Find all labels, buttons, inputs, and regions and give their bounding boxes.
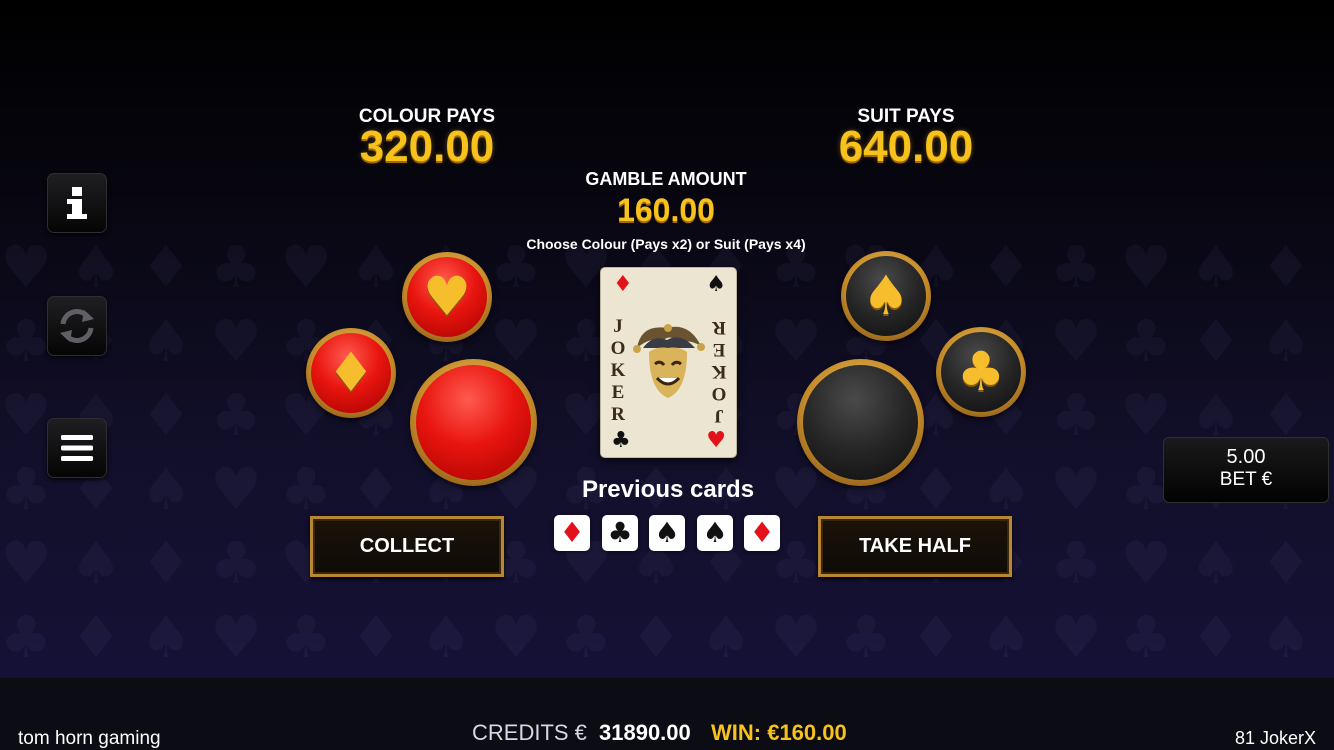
- club-corner-icon: ♣: [611, 428, 631, 453]
- credits-label: CREDITS €: [472, 720, 587, 745]
- info-icon: [67, 187, 87, 219]
- diamond-icon: ♦: [559, 516, 585, 549]
- game-name: 81 JokerX: [1234, 728, 1316, 748]
- previous-cards-title: Previous cards: [581, 476, 755, 503]
- club-suit-button[interactable]: ♣: [936, 327, 1026, 417]
- diamond-icon: ♦: [326, 341, 376, 404]
- spade-corner-icon: ♠: [706, 272, 726, 297]
- diamond-icon: ♦: [749, 516, 775, 549]
- club-icon: ♣: [956, 340, 1006, 403]
- spade-icon: ♠: [861, 264, 911, 327]
- menu-button[interactable]: [47, 418, 107, 478]
- refresh-icon: [60, 309, 94, 343]
- spade-suit-button[interactable]: ♠: [841, 251, 931, 341]
- previous-card-spade: ♠: [697, 515, 733, 551]
- jester-face-icon: [633, 324, 705, 398]
- previous-card-spade: ♠: [649, 515, 685, 551]
- bet-selector[interactable]: 5.00 BET €: [1163, 437, 1329, 503]
- hamburger-menu-icon: [61, 435, 93, 461]
- diamond-suit-button[interactable]: ♦: [306, 328, 396, 418]
- footer-bar: tom horn gaming CREDITS € 31890.00 WIN: …: [0, 678, 1334, 750]
- diamond-corner-icon: ♦: [613, 272, 633, 297]
- joker-card: ♦ ♠ ♣ ♥ JOKER JOKER: [600, 267, 737, 458]
- heart-icon: ♥: [422, 265, 472, 328]
- bet-value: 5.00: [1226, 446, 1266, 468]
- previous-card-diamond: ♦: [554, 515, 590, 551]
- colour-pays-value: 320.00: [359, 122, 495, 171]
- spade-icon: ♠: [654, 516, 680, 549]
- previous-card-diamond: ♦: [744, 515, 780, 551]
- gamble-amount-label: GAMBLE AMOUNT: [585, 169, 747, 189]
- black-colour-button[interactable]: [797, 359, 924, 486]
- red-colour-button[interactable]: [410, 359, 537, 486]
- credits-value: 31890.00: [599, 720, 691, 745]
- brand-logo: tom horn gaming: [18, 728, 161, 749]
- club-icon: ♣: [607, 516, 633, 549]
- joker-text-right: JOKER: [711, 317, 727, 426]
- suit-pays-value: 640.00: [838, 122, 974, 171]
- collect-button[interactable]: COLLECT: [310, 516, 504, 577]
- autoplay-button[interactable]: [47, 296, 107, 356]
- heart-suit-button[interactable]: ♥: [402, 252, 492, 342]
- gamble-instruction: Choose Colour (Pays x2) or Suit (Pays x4…: [526, 236, 806, 252]
- win-amount: WIN: €160.00: [711, 720, 847, 745]
- info-button[interactable]: [47, 173, 107, 233]
- bet-label: BET €: [1219, 469, 1273, 490]
- previous-card-club: ♣: [602, 515, 638, 551]
- joker-text-left: JOKER: [610, 316, 626, 425]
- take-half-button[interactable]: TAKE HALF: [818, 516, 1012, 577]
- spade-icon: ♠: [702, 516, 728, 549]
- game-screen: ♥♠♦♣♥♠♦♣♥♠♦♣♥♠♦♣♥♠♦♣♣♦♠♥♣♦♠♥♣♦♠♥♣♦♠♥♣♦♠♥…: [0, 0, 1334, 750]
- gamble-amount-value: 160.00: [617, 192, 715, 228]
- heart-corner-icon: ♥: [706, 428, 726, 453]
